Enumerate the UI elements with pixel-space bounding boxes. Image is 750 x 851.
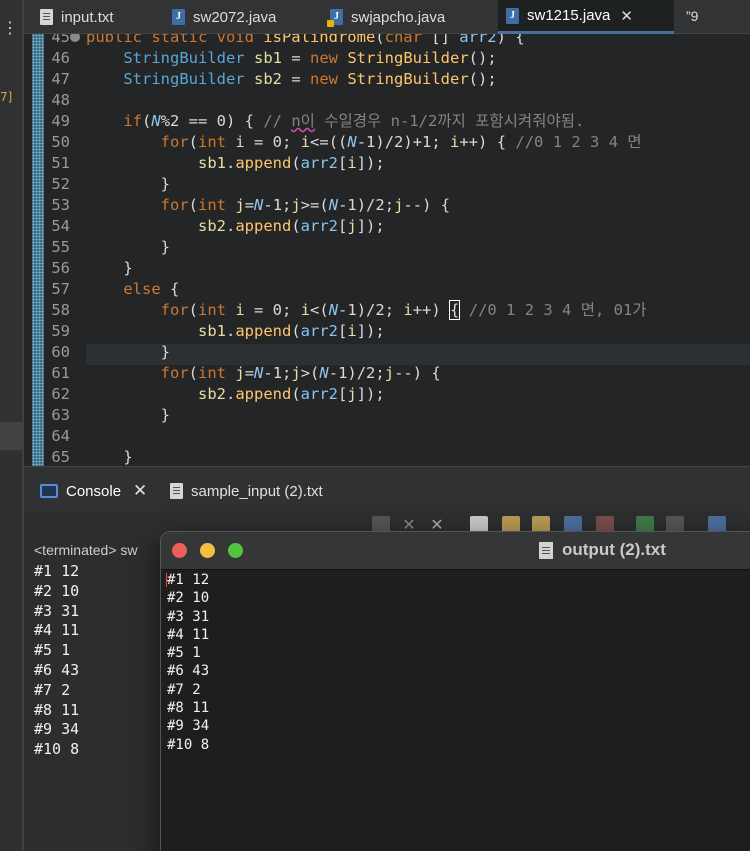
tab-sw2072-java[interactable]: J sw2072.java — [172, 0, 276, 34]
minimize-window-button[interactable] — [200, 543, 215, 558]
output-line: #10 8 — [167, 736, 210, 753]
java-file-icon: J — [172, 9, 185, 25]
tab-label: sw2072.java — [193, 8, 277, 26]
left-panel-bottom — [0, 454, 24, 851]
tab-label: Console — [66, 482, 122, 500]
line-number: 63 — [51, 406, 70, 424]
output-line: #7 2 — [167, 681, 201, 698]
output-line: #2 10 — [167, 590, 210, 607]
line-number: 47 — [51, 70, 70, 88]
line-number: 54 — [51, 217, 70, 235]
editor-ruler — [32, 34, 44, 466]
java-file-icon: J — [506, 7, 519, 24]
tab-sample-input[interactable]: sample_input (2).txt — [170, 477, 323, 505]
output-line: #1 12 — [167, 572, 210, 588]
console-line: #4 11 — [34, 621, 80, 640]
line-number: 64 — [51, 427, 70, 445]
line-number: 51 — [51, 154, 70, 172]
text-file-icon — [170, 483, 183, 499]
tab-label: sw1215.java — [527, 7, 611, 24]
tab-label: swjapcho.java — [351, 8, 446, 26]
close-tab-icon[interactable]: ✕ — [620, 7, 633, 25]
output-window-titlebar[interactable]: output (2).txt — [161, 532, 750, 570]
window-title: output (2).txt — [539, 540, 666, 560]
left-panel-selection — [0, 422, 24, 450]
line-number: 46 — [51, 49, 70, 67]
output-text[interactable]: #1 12 #2 10 #3 31 #4 11 #5 1 #6 43 #7 2 … — [167, 570, 209, 754]
line-number: 62 — [51, 385, 70, 403]
output-line: #9 34 — [167, 718, 210, 735]
line-number: 52 — [51, 175, 70, 193]
tab-overflow-indicator[interactable]: ”9 — [686, 8, 698, 24]
line-number: 53 — [51, 196, 70, 214]
line-number: 48 — [51, 91, 70, 109]
left-side-panel: ⋮ 7] — [0, 0, 24, 851]
editor-tab-bar: input.txt J sw2072.java J swjapcho.java … — [24, 0, 750, 34]
output-line: #5 1 — [167, 645, 201, 662]
current-line-highlight — [86, 344, 750, 365]
console-tab-bar: Console ✕ sample_input (2).txt — [24, 466, 750, 512]
output-line: #3 31 — [167, 608, 210, 625]
line-number: 61 — [51, 364, 70, 382]
output-line: #6 43 — [167, 663, 210, 680]
line-number: 45 — [51, 34, 70, 46]
line-number: 65 — [51, 448, 70, 466]
line-number: 56 — [51, 259, 70, 277]
tab-console[interactable]: Console ✕ — [40, 477, 147, 505]
tab-swjapcho-java[interactable]: J swjapcho.java — [327, 0, 446, 34]
zoom-window-button[interactable] — [228, 543, 243, 558]
tab-label: input.txt — [61, 8, 114, 26]
bracket-icon: 7] — [0, 90, 13, 104]
close-window-button[interactable] — [172, 543, 187, 558]
terminated-label: <terminated> sw — [34, 542, 138, 558]
line-number: 49 — [51, 112, 70, 130]
output-line: #4 11 — [167, 626, 210, 643]
more-vertical-icon[interactable]: ⋮ — [2, 20, 18, 36]
line-number: 58 — [51, 301, 70, 319]
line-number: 60 — [51, 343, 70, 361]
console-line: #10 8 — [34, 740, 80, 759]
tab-label: sample_input (2).txt — [191, 482, 323, 500]
console-line: #3 31 — [34, 601, 80, 620]
console-line: #6 43 — [34, 660, 80, 679]
console-line: #2 10 — [34, 581, 80, 600]
console-line: #9 34 — [34, 720, 80, 739]
console-icon — [40, 484, 58, 498]
fold-toggle-icon[interactable] — [70, 34, 80, 42]
line-number: 57 — [51, 280, 70, 298]
line-number: 50 — [51, 133, 70, 151]
window-title-text: output (2).txt — [562, 540, 666, 559]
code-editor[interactable]: 45 public static void isPalindrome(char [… — [24, 34, 750, 466]
java-file-warning-icon: J — [327, 9, 343, 27]
console-line: #5 1 — [34, 641, 71, 660]
line-number: 59 — [51, 322, 70, 340]
output-window[interactable]: output (2).txt #1 12 #2 10 #3 31 #4 11 #… — [160, 531, 750, 851]
line-number: 55 — [51, 238, 70, 256]
tab-input-txt[interactable]: input.txt — [40, 0, 114, 34]
console-output[interactable]: #1 12 #2 10 #3 31 #4 11 #5 1 #6 43 #7 2 … — [34, 562, 79, 760]
console-line: #1 12 — [34, 562, 80, 580]
output-line: #8 11 — [167, 700, 210, 717]
console-line: #8 11 — [34, 700, 80, 719]
text-file-icon — [40, 9, 53, 25]
tab-sw1215-java[interactable]: J sw1215.java ✕ — [498, 0, 674, 34]
document-icon — [539, 541, 553, 559]
console-line: #7 2 — [34, 680, 71, 699]
close-tab-icon[interactable]: ✕ — [133, 481, 147, 501]
